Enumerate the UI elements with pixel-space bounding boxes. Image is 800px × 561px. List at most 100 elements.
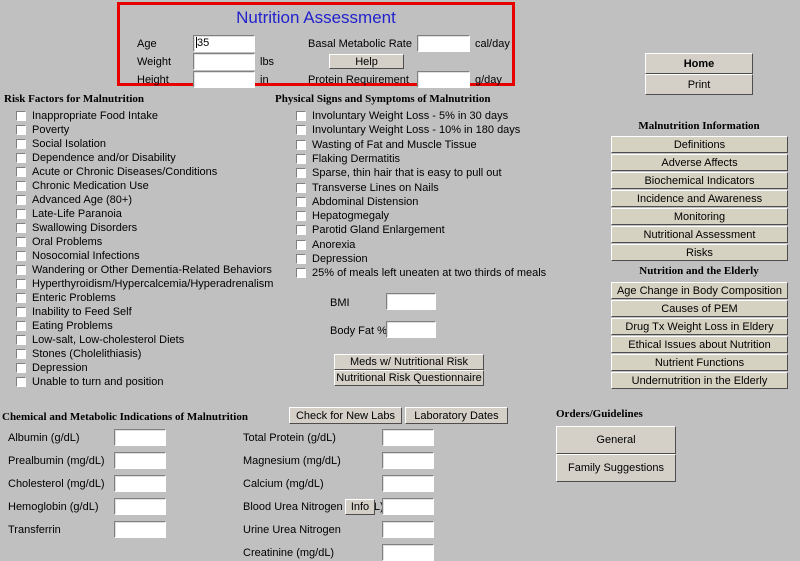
checkbox-icon[interactable]	[16, 125, 26, 135]
general-button[interactable]: General	[556, 426, 676, 454]
checkbox-icon[interactable]	[16, 279, 26, 289]
checkbox-icon[interactable]	[16, 153, 26, 163]
checkbox-icon[interactable]	[296, 254, 306, 264]
age-input[interactable]: 35	[193, 35, 255, 52]
causes-of-pem-button[interactable]: Causes of PEM	[611, 300, 788, 317]
calcium-mg-dl-input[interactable]	[382, 475, 434, 492]
checkbox-row[interactable]: Enteric Problems	[16, 291, 116, 305]
checkbox-row[interactable]: Advanced Age (80+)	[16, 193, 132, 207]
checkbox-row[interactable]: Inability to Feed Self	[16, 305, 132, 319]
checkbox-row[interactable]: Late-Life Paranoia	[16, 207, 122, 221]
checkbox-row[interactable]: Eating Problems	[16, 319, 113, 333]
checkbox-icon[interactable]	[16, 349, 26, 359]
checkbox-row[interactable]: Involuntary Weight Loss - 10% in 180 day…	[296, 123, 520, 137]
checkbox-row[interactable]: Sparse, thin hair that is easy to pull o…	[296, 166, 502, 180]
checkbox-icon[interactable]	[16, 195, 26, 205]
checkbox-icon[interactable]	[16, 209, 26, 219]
checkbox-icon[interactable]	[16, 377, 26, 387]
drug-tx-weight-loss-in-eldery-button[interactable]: Drug Tx Weight Loss in Eldery	[611, 318, 788, 335]
age-change-in-body-composition-button[interactable]: Age Change in Body Composition	[611, 282, 788, 299]
incidence-and-awareness-button[interactable]: Incidence and Awareness	[611, 190, 788, 207]
checkbox-icon[interactable]	[296, 111, 306, 121]
checkbox-icon[interactable]	[296, 139, 306, 150]
weight-input[interactable]	[193, 53, 255, 70]
biochemical-indicators-button[interactable]: Biochemical Indicators	[611, 172, 788, 189]
checkbox-icon[interactable]	[296, 239, 306, 250]
checkbox-icon[interactable]	[16, 335, 26, 345]
prealbumin-mg-dl-input[interactable]	[114, 452, 166, 469]
meds-with-nutritional-risk-button[interactable]: Meds w/ Nutritional Risk	[334, 354, 484, 370]
checkbox-icon[interactable]	[296, 211, 306, 222]
checkbox-row[interactable]: Wasting of Fat and Muscle Tissue	[296, 138, 477, 152]
checkbox-icon[interactable]	[16, 139, 26, 149]
checkbox-icon[interactable]	[16, 251, 26, 261]
magnesium-mg-dl-input[interactable]	[382, 452, 434, 469]
checkbox-icon[interactable]	[16, 181, 26, 191]
checkbox-row[interactable]: Oral Problems	[16, 235, 102, 249]
checkbox-row[interactable]: Parotid Gland Enlargement	[296, 223, 445, 237]
transferrin-input[interactable]	[114, 521, 166, 538]
checkbox-icon[interactable]	[16, 265, 26, 275]
home-button[interactable]: Home	[645, 53, 753, 74]
checkbox-row[interactable]: Chronic Medication Use	[16, 179, 149, 193]
checkbox-row[interactable]: Wandering or Other Dementia-Related Beha…	[16, 263, 272, 277]
checkbox-row[interactable]: Acute or Chronic Diseases/Conditions	[16, 165, 217, 179]
bmi-input[interactable]	[386, 293, 436, 310]
checkbox-row[interactable]: Flaking Dermatitis	[296, 152, 400, 166]
checkbox-row[interactable]: Swallowing Disorders	[16, 221, 137, 235]
checkbox-icon[interactable]	[16, 321, 26, 331]
nutritional-risk-questionnaire-button[interactable]: Nutritional Risk Questionnaire	[334, 370, 484, 386]
family-suggestions-button[interactable]: Family Suggestions	[556, 454, 676, 482]
laboratory-dates-button[interactable]: Laboratory Dates	[405, 407, 508, 424]
checkbox-row[interactable]: Inappropriate Food Intake	[16, 109, 158, 123]
checkbox-row[interactable]: Hyperthyroidism/Hypercalcemia/Hyperadren…	[16, 277, 273, 291]
checkbox-row[interactable]: Involuntary Weight Loss - 5% in 30 days	[296, 109, 508, 123]
checkbox-row[interactable]: Unable to turn and position	[16, 375, 163, 389]
nutrient-functions-button[interactable]: Nutrient Functions	[611, 354, 788, 371]
checkbox-icon[interactable]	[296, 168, 306, 179]
risks-button[interactable]: Risks	[611, 244, 788, 261]
blood-urea-nitrogen-mg-dl-input[interactable]	[382, 498, 434, 515]
monitoring-button[interactable]: Monitoring	[611, 208, 788, 225]
total-protein-g-dl-input[interactable]	[382, 429, 434, 446]
checkbox-icon[interactable]	[16, 293, 26, 303]
adverse-affects-button[interactable]: Adverse Affects	[611, 154, 788, 171]
checkbox-icon[interactable]	[296, 153, 306, 164]
cholesterol-mg-dl-input[interactable]	[114, 475, 166, 492]
checkbox-row[interactable]: Depression	[16, 361, 88, 375]
checkbox-icon[interactable]	[16, 111, 26, 121]
albumin-g-dl-input[interactable]	[114, 429, 166, 446]
checkbox-row[interactable]: Dependence and/or Disability	[16, 151, 176, 165]
checkbox-icon[interactable]	[16, 363, 26, 373]
checkbox-row[interactable]: Low-salt, Low-cholesterol Diets	[16, 333, 184, 347]
definitions-button[interactable]: Definitions	[611, 136, 788, 153]
checkbox-row[interactable]: Nosocomial Infections	[16, 249, 140, 263]
ethical-issues-about-nutrition-button[interactable]: Ethical Issues about Nutrition	[611, 336, 788, 353]
nutritional-assessment-button[interactable]: Nutritional Assessment	[611, 226, 788, 243]
checkbox-row[interactable]: Abdominal Distension	[296, 195, 418, 209]
checkbox-icon[interactable]	[16, 223, 26, 233]
checkbox-icon[interactable]	[296, 268, 306, 279]
help-button[interactable]: Help	[329, 54, 404, 69]
print-button[interactable]: Print	[645, 74, 753, 95]
checkbox-row[interactable]: Poverty	[16, 123, 69, 137]
checkbox-icon[interactable]	[296, 182, 306, 193]
height-input[interactable]	[193, 71, 255, 88]
protein-requirement-input[interactable]	[417, 71, 470, 88]
checkbox-icon[interactable]	[296, 196, 306, 207]
checkbox-row[interactable]: Stones (Cholelithiasis)	[16, 347, 141, 361]
checkbox-row[interactable]: Social Isolation	[16, 137, 106, 151]
checkbox-row[interactable]: Depression	[296, 252, 368, 266]
urine-urea-nitrogen-input[interactable]	[382, 521, 434, 538]
checkbox-row[interactable]: Hepatogmegaly	[296, 209, 389, 223]
checkbox-icon[interactable]	[296, 125, 306, 136]
hemoglobin-g-dl-input[interactable]	[114, 498, 166, 515]
checkbox-icon[interactable]	[296, 225, 306, 236]
check-for-new-labs-button[interactable]: Check for New Labs	[289, 407, 402, 424]
undernutrition-in-the-elderly-button[interactable]: Undernutrition in the Elderly	[611, 372, 788, 389]
creatinine-mg-dl-input[interactable]	[382, 544, 434, 561]
basal-metabolic-rate-input[interactable]	[417, 35, 470, 52]
checkbox-icon[interactable]	[16, 167, 26, 177]
body-fat-input[interactable]	[386, 321, 436, 338]
checkbox-icon[interactable]	[16, 307, 26, 317]
